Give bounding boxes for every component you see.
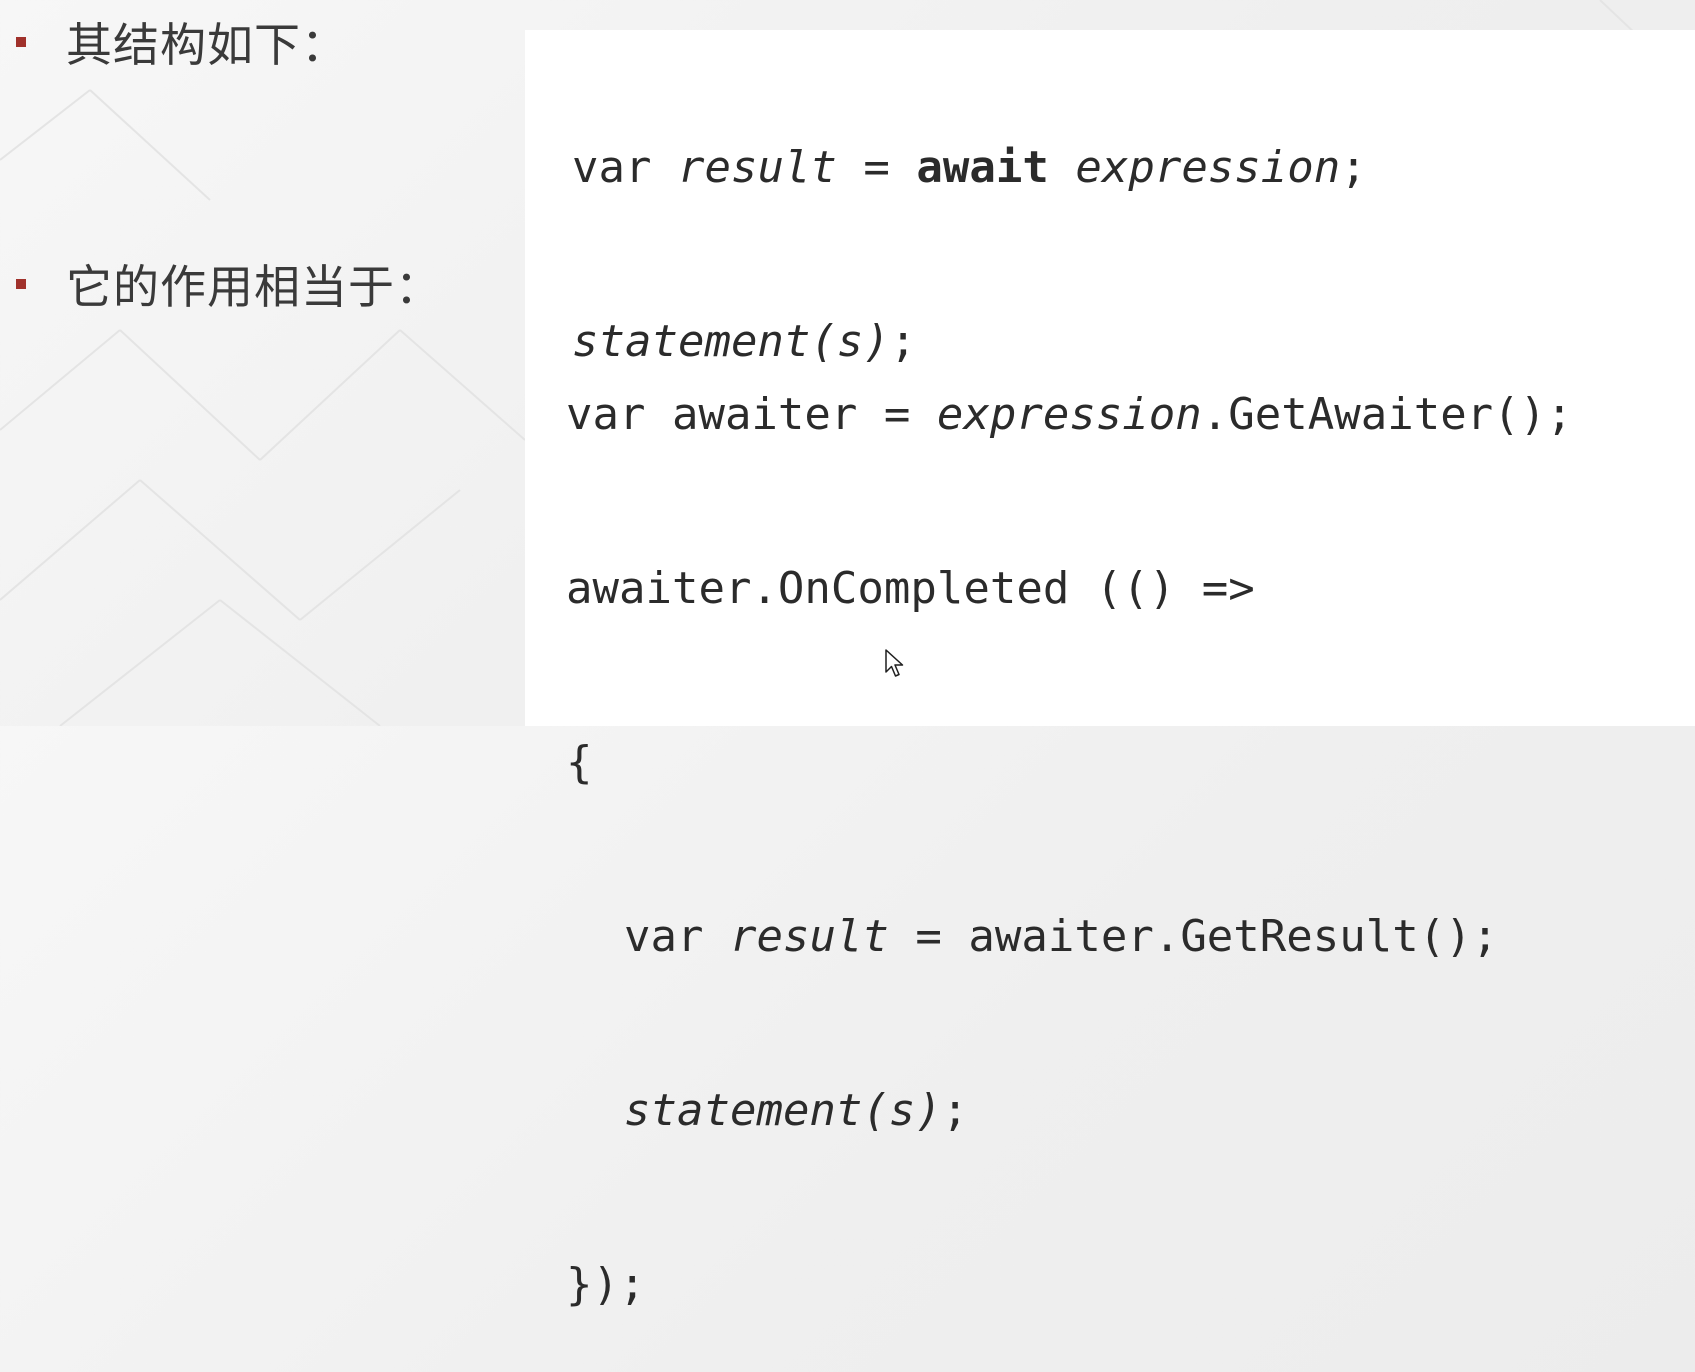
code-token-await-keyword: await <box>916 142 1049 193</box>
code-token-statement: statement(s) <box>624 1085 942 1136</box>
code-token-semicolon: ; <box>941 1085 969 1136</box>
code-token-keyword: var <box>572 142 678 193</box>
code-token-text: = awaiter.GetResult(); <box>888 911 1499 962</box>
bullet-text: 它的作用相当于： <box>66 260 442 314</box>
code-token-brace: { <box>566 737 593 788</box>
code-token-variable: result <box>677 142 837 193</box>
mouse-pointer-icon <box>885 649 904 677</box>
code-token-keyword: var <box>624 911 730 962</box>
code-line: var result = awaiter.GetResult(); <box>566 901 1573 973</box>
code-token-closing: }); <box>566 1259 646 1310</box>
code-token-semicolon: ; <box>1340 142 1367 193</box>
code-token-text: awaiter.OnCompleted (() => <box>566 563 1255 614</box>
code-token-expression: expression <box>936 389 1202 440</box>
code-line: { <box>566 727 1573 799</box>
code-token-expression: expression <box>1075 142 1341 193</box>
bullet-marker <box>16 37 26 47</box>
code-line: }); <box>566 1249 1573 1321</box>
code-block-equivalent: var awaiter = expression.GetAwaiter(); a… <box>566 277 1573 1372</box>
code-token-variable: result <box>729 911 889 962</box>
bullet-text: 其结构如下： <box>66 18 348 72</box>
code-token-text: .GetAwaiter(); <box>1201 389 1573 440</box>
code-line: var awaiter = expression.GetAwaiter(); <box>566 379 1573 451</box>
code-token-operator: = <box>836 142 917 193</box>
code-line: statement(s); <box>566 1075 1573 1147</box>
bullet-marker <box>16 279 26 289</box>
code-token-text: var awaiter = <box>566 389 937 440</box>
code-line: awaiter.OnCompleted (() => <box>566 553 1573 625</box>
code-line: var result = await expression; <box>572 132 1367 204</box>
